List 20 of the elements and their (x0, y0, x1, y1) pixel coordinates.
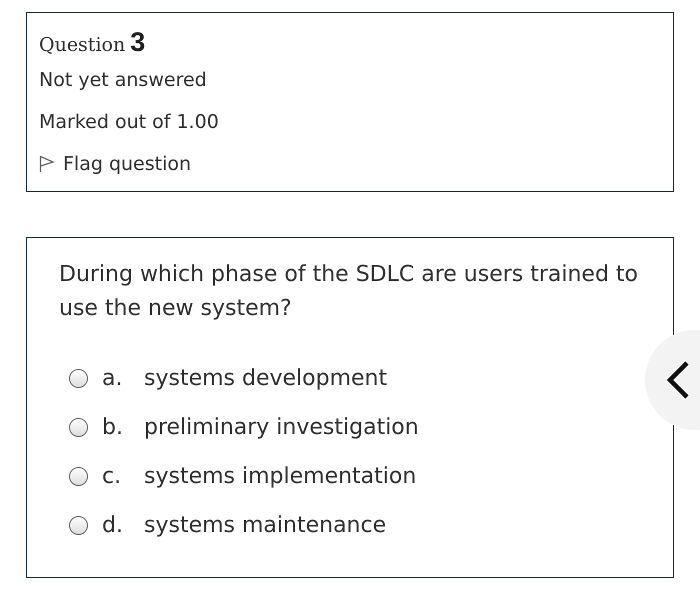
option-text: systems maintenance (144, 513, 386, 538)
option-text: preliminary investigation (144, 415, 419, 440)
marks-text: Marked out of 1.00 (39, 110, 220, 135)
answer-status: Not yet answered (39, 68, 208, 93)
question-label: Question (39, 34, 126, 56)
question-number: 3 (130, 27, 146, 58)
radio-button[interactable] (69, 516, 88, 535)
question-text: During which phase of the SDLC are users trained to use the new system? (59, 261, 640, 323)
flag-question-link[interactable]: Flag question (39, 143, 192, 185)
option-letter: c. (102, 464, 122, 489)
flag-icon (39, 155, 55, 173)
option-letter: b. (102, 415, 124, 440)
option-text: systems implementation (144, 464, 416, 489)
chevron-left-icon (666, 360, 690, 400)
option-text: systems development (144, 366, 388, 391)
option-letter: d. (102, 513, 124, 538)
option-letter: a. (102, 366, 124, 391)
radio-button[interactable] (69, 418, 88, 437)
radio-button[interactable] (69, 369, 88, 388)
radio-button[interactable] (69, 467, 88, 486)
